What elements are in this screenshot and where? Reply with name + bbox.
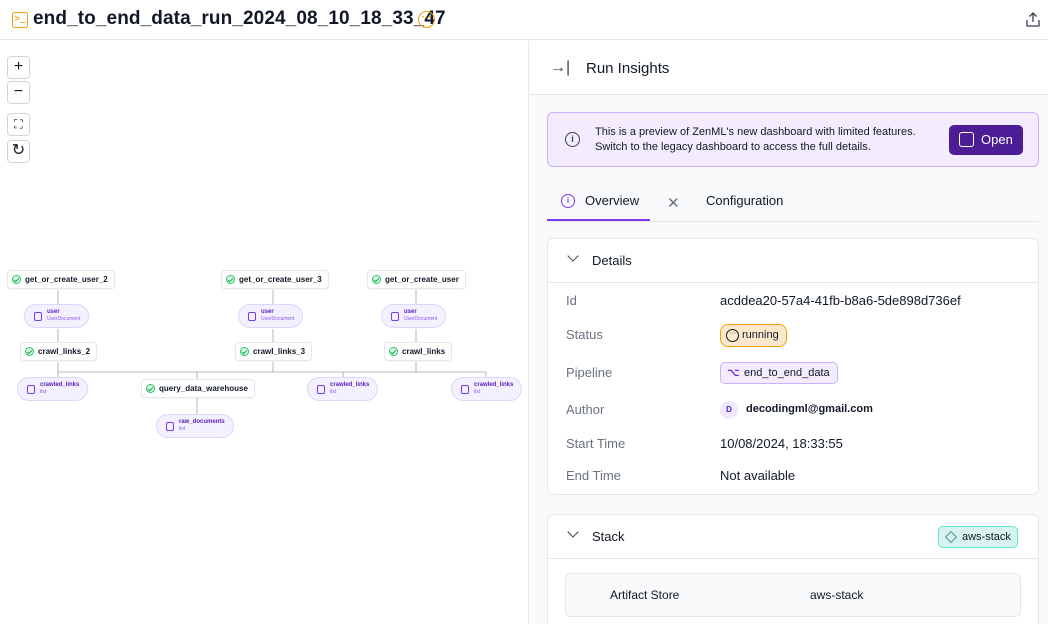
pipeline-icon: ⌥ <box>727 367 740 379</box>
success-check-icon <box>372 275 381 284</box>
step-node[interactable]: get_or_create_user_3 <box>221 270 329 289</box>
step-node[interactable]: crawl_links <box>384 342 453 361</box>
open-legacy-button[interactable]: Open <box>949 125 1023 155</box>
author-value: decodingml@gmail.com <box>746 403 873 415</box>
artifact-node[interactable]: user UserDocument <box>24 304 90 328</box>
artifact-node[interactable]: crawled_links list <box>451 377 523 401</box>
running-icon: ··· <box>726 329 739 342</box>
details-card: Details Id acddea20-57a4-41fb-b8a6-5de89… <box>547 238 1039 495</box>
step-node[interactable]: query_data_warehouse <box>141 379 255 398</box>
start-time-label: Start Time <box>566 436 626 451</box>
pipeline-label: Pipeline <box>566 365 613 380</box>
tools-icon: ✕ <box>667 195 680 212</box>
panel-title: Run Insights <box>586 60 670 77</box>
stack-card: Stack aws-stack Artifact Store aws-stack <box>547 514 1039 624</box>
dag-canvas[interactable]: + − ⛶ ↻ get_or_create_user_2 get_or_crea… <box>0 41 529 624</box>
panel-header: →| Run Insights <box>530 41 1048 95</box>
pipeline-link[interactable]: ⌥ end_to_end_data <box>720 362 838 384</box>
tab-configuration[interactable]: ✕ Configuration <box>663 188 783 221</box>
artifact-node[interactable]: raw_documents list <box>156 414 234 438</box>
avatar: D <box>720 401 738 419</box>
file-icon <box>461 385 469 394</box>
file-icon <box>317 385 325 394</box>
zoom-in-button[interactable]: + <box>7 56 30 79</box>
file-icon <box>27 385 35 394</box>
id-label: Id <box>566 293 577 308</box>
stack-icon <box>945 531 957 543</box>
status-label: Status <box>566 327 603 342</box>
success-check-icon <box>146 384 155 393</box>
status-badge: ··· running <box>720 324 787 347</box>
success-check-icon <box>25 347 34 356</box>
step-node[interactable]: get_or_create_user_2 <box>7 270 115 289</box>
database-icon <box>248 312 256 321</box>
success-check-icon <box>389 347 398 356</box>
artifact-store-row: Artifact Store aws-stack <box>565 573 1021 617</box>
info-icon: i <box>561 194 575 208</box>
step-node[interactable]: get_or_create_user <box>367 270 466 289</box>
run-title: end_to_end_data_run_2024_08_10_18_33_47 <box>33 8 446 29</box>
artifact-node[interactable]: crawled_links list <box>307 377 379 401</box>
collapse-panel-icon[interactable]: →| <box>550 59 570 77</box>
stack-header[interactable]: Stack aws-stack <box>548 515 1038 559</box>
running-status-icon: ··· <box>418 11 435 28</box>
step-node[interactable]: crawl_links_2 <box>20 342 98 361</box>
fit-view-button[interactable]: ⛶ <box>7 113 30 136</box>
end-time-value: Not available <box>720 468 796 483</box>
author-label: Author <box>566 402 605 417</box>
chevron-down-icon <box>567 250 579 262</box>
chevron-down-icon <box>567 526 579 538</box>
tab-bar: i Overview ✕ Configuration <box>547 188 1039 222</box>
banner-text: This is a preview of ZenML's new dashboa… <box>595 126 916 153</box>
success-check-icon <box>12 275 21 284</box>
stack-badge[interactable]: aws-stack <box>938 526 1018 548</box>
refresh-button[interactable]: ↻ <box>7 140 30 163</box>
success-check-icon <box>226 275 235 284</box>
artifact-node[interactable]: user UserDocument <box>381 304 447 328</box>
info-icon: i <box>565 132 580 147</box>
top-header: >_ end_to_end_data_run_2024_08_10_18_33_… <box>0 0 1048 40</box>
artifact-node[interactable]: user UserDocument <box>238 304 304 328</box>
dag-edges <box>57 290 487 414</box>
preview-banner: i This is a preview of ZenML's new dashb… <box>547 112 1039 167</box>
end-time-label: End Time <box>566 468 621 483</box>
external-link-icon <box>959 132 974 147</box>
share-icon[interactable] <box>1025 12 1041 28</box>
start-time-value: 10/08/2024, 18:33:55 <box>720 436 843 451</box>
database-icon <box>34 312 42 321</box>
step-node[interactable]: crawl_links_3 <box>235 342 313 361</box>
database-icon <box>391 312 399 321</box>
zoom-out-button[interactable]: − <box>7 81 30 104</box>
file-icon <box>166 422 174 431</box>
id-value: acddea20-57a4-41fb-b8a6-5de898d736ef <box>720 293 961 308</box>
run-insights-panel: →| Run Insights i This is a preview of Z… <box>530 41 1048 624</box>
artifact-node[interactable]: crawled_links list <box>17 377 89 401</box>
tab-overview[interactable]: i Overview <box>547 188 650 221</box>
details-header[interactable]: Details <box>548 239 1038 283</box>
success-check-icon <box>240 347 249 356</box>
terminal-icon: >_ <box>12 12 28 28</box>
